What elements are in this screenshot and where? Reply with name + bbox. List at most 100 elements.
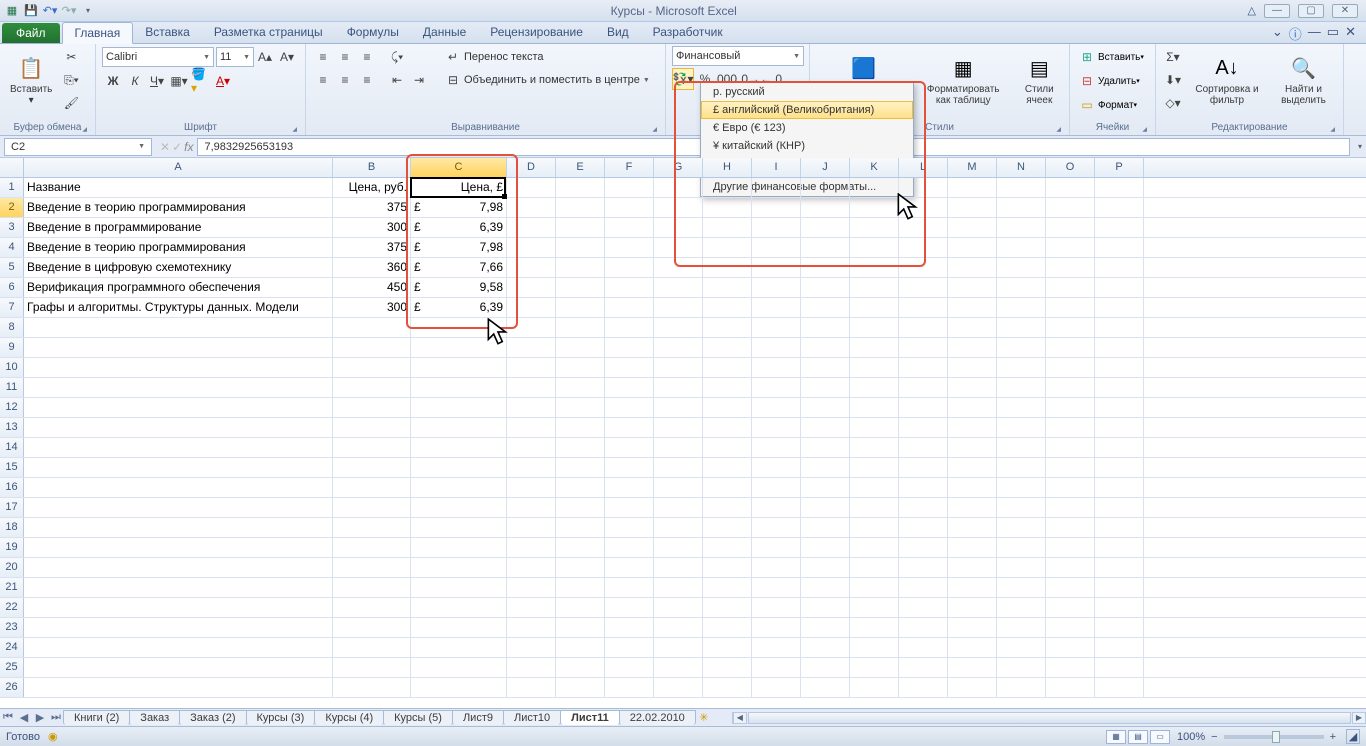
cell-O2[interactable] bbox=[1046, 198, 1095, 217]
cell-N11[interactable] bbox=[997, 378, 1046, 397]
cell-J24[interactable] bbox=[801, 638, 850, 657]
cell-D26[interactable] bbox=[507, 678, 556, 697]
cell-G24[interactable] bbox=[654, 638, 703, 657]
row-header-10[interactable]: 10 bbox=[0, 358, 24, 377]
cell-P10[interactable] bbox=[1095, 358, 1144, 377]
number-format-combo[interactable]: Финансовый▼ bbox=[672, 46, 804, 66]
fx-icon[interactable]: fх bbox=[184, 140, 193, 154]
cell-K15[interactable] bbox=[850, 458, 899, 477]
cell-I13[interactable] bbox=[752, 418, 801, 437]
cell-D23[interactable] bbox=[507, 618, 556, 637]
row-header-22[interactable]: 22 bbox=[0, 598, 24, 617]
row-header-19[interactable]: 19 bbox=[0, 538, 24, 557]
cell-C17[interactable] bbox=[411, 498, 507, 517]
row-header-25[interactable]: 25 bbox=[0, 658, 24, 677]
cell-M16[interactable] bbox=[948, 478, 997, 497]
row-header-20[interactable]: 20 bbox=[0, 558, 24, 577]
hscroll-left-icon[interactable]: ◀ bbox=[733, 712, 747, 724]
border-icon[interactable]: ▦▾ bbox=[168, 70, 190, 92]
cell-K21[interactable] bbox=[850, 578, 899, 597]
cell-I1[interactable] bbox=[752, 178, 801, 197]
cell-P12[interactable] bbox=[1095, 398, 1144, 417]
cell-C25[interactable] bbox=[411, 658, 507, 677]
cell-P19[interactable] bbox=[1095, 538, 1144, 557]
cell-J26[interactable] bbox=[801, 678, 850, 697]
cell-L26[interactable] bbox=[899, 678, 948, 697]
name-box[interactable]: C2▼ bbox=[4, 138, 152, 156]
cell-J5[interactable] bbox=[801, 258, 850, 277]
cell-K20[interactable] bbox=[850, 558, 899, 577]
cell-F26[interactable] bbox=[605, 678, 654, 697]
cell-I20[interactable] bbox=[752, 558, 801, 577]
cell-A6[interactable]: Верификация программного обеспечения bbox=[24, 278, 333, 297]
cell-B13[interactable] bbox=[333, 418, 411, 437]
cell-N6[interactable] bbox=[997, 278, 1046, 297]
cell-M7[interactable] bbox=[948, 298, 997, 317]
cell-C5[interactable]: £7,66 bbox=[411, 258, 507, 277]
zoom-knob[interactable] bbox=[1272, 731, 1280, 743]
cell-A26[interactable] bbox=[24, 678, 333, 697]
column-header-B[interactable]: B bbox=[333, 158, 411, 177]
cell-M12[interactable] bbox=[948, 398, 997, 417]
cell-K18[interactable] bbox=[850, 518, 899, 537]
cell-K22[interactable] bbox=[850, 598, 899, 617]
cell-L6[interactable] bbox=[899, 278, 948, 297]
cell-B26[interactable] bbox=[333, 678, 411, 697]
cell-A9[interactable] bbox=[24, 338, 333, 357]
cell-K26[interactable] bbox=[850, 678, 899, 697]
spreadsheet-grid[interactable]: ABCDEFGHIJKLMNOP 1НазваниеЦена, руб.Цена… bbox=[0, 158, 1366, 708]
cell-L23[interactable] bbox=[899, 618, 948, 637]
row-header-13[interactable]: 13 bbox=[0, 418, 24, 437]
cell-A24[interactable] bbox=[24, 638, 333, 657]
cell-O9[interactable] bbox=[1046, 338, 1095, 357]
cell-P15[interactable] bbox=[1095, 458, 1144, 477]
cell-O24[interactable] bbox=[1046, 638, 1095, 657]
align-left-icon[interactable]: ≡ bbox=[312, 69, 334, 91]
cell-E15[interactable] bbox=[556, 458, 605, 477]
cell-L11[interactable] bbox=[899, 378, 948, 397]
ribbon-tab-Разработчик[interactable]: Разработчик bbox=[641, 22, 735, 43]
cell-H24[interactable] bbox=[703, 638, 752, 657]
cell-L19[interactable] bbox=[899, 538, 948, 557]
cell-K13[interactable] bbox=[850, 418, 899, 437]
cell-O18[interactable] bbox=[1046, 518, 1095, 537]
cell-C20[interactable] bbox=[411, 558, 507, 577]
row-header-14[interactable]: 14 bbox=[0, 438, 24, 457]
cell-D9[interactable] bbox=[507, 338, 556, 357]
row-header-18[interactable]: 18 bbox=[0, 518, 24, 537]
cell-D10[interactable] bbox=[507, 358, 556, 377]
cell-L5[interactable] bbox=[899, 258, 948, 277]
cell-H7[interactable] bbox=[703, 298, 752, 317]
column-header-C[interactable]: C bbox=[411, 158, 507, 177]
cell-K1[interactable] bbox=[850, 178, 899, 197]
cell-I16[interactable] bbox=[752, 478, 801, 497]
cell-A13[interactable] bbox=[24, 418, 333, 437]
cell-F13[interactable] bbox=[605, 418, 654, 437]
cell-J11[interactable] bbox=[801, 378, 850, 397]
cell-I26[interactable] bbox=[752, 678, 801, 697]
cell-H10[interactable] bbox=[703, 358, 752, 377]
cell-E10[interactable] bbox=[556, 358, 605, 377]
cell-G12[interactable] bbox=[654, 398, 703, 417]
cell-C7[interactable]: £6,39 bbox=[411, 298, 507, 317]
currency-item[interactable]: € Евро (€ 123) bbox=[701, 119, 913, 137]
cell-L16[interactable] bbox=[899, 478, 948, 497]
format-as-table-button[interactable]: ▦Форматировать как таблицу bbox=[915, 46, 1012, 112]
cell-D7[interactable] bbox=[507, 298, 556, 317]
column-header-F[interactable]: F bbox=[605, 158, 654, 177]
cell-P14[interactable] bbox=[1095, 438, 1144, 457]
cell-J23[interactable] bbox=[801, 618, 850, 637]
cell-F23[interactable] bbox=[605, 618, 654, 637]
cell-P9[interactable] bbox=[1095, 338, 1144, 357]
cell-G6[interactable] bbox=[654, 278, 703, 297]
cell-D14[interactable] bbox=[507, 438, 556, 457]
cell-A15[interactable] bbox=[24, 458, 333, 477]
cell-M2[interactable] bbox=[948, 198, 997, 217]
cell-O17[interactable] bbox=[1046, 498, 1095, 517]
cell-E3[interactable] bbox=[556, 218, 605, 237]
cell-I3[interactable] bbox=[752, 218, 801, 237]
cell-K2[interactable] bbox=[850, 198, 899, 217]
cell-N2[interactable] bbox=[997, 198, 1046, 217]
cell-E20[interactable] bbox=[556, 558, 605, 577]
cell-B24[interactable] bbox=[333, 638, 411, 657]
